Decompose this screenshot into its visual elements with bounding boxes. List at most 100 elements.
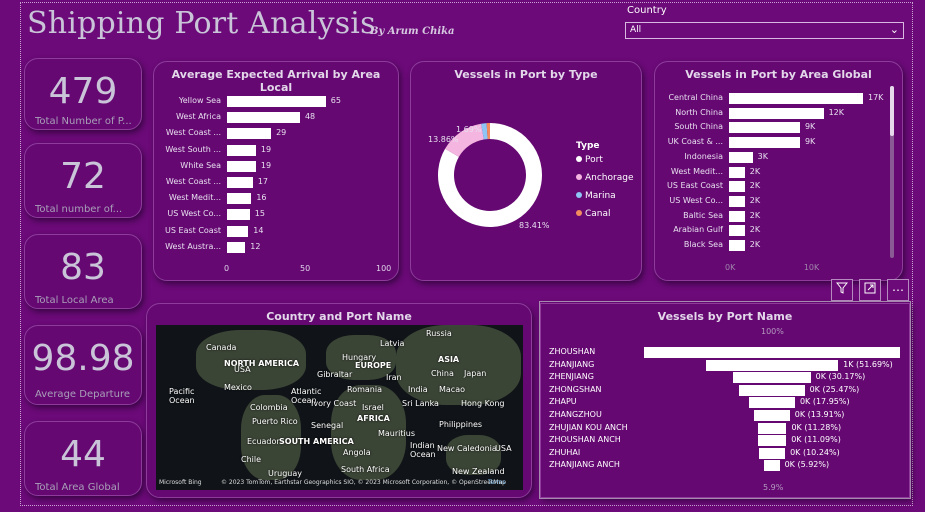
- bar[interactable]: [729, 181, 745, 193]
- bar[interactable]: [729, 240, 745, 251]
- map-label: Colombia: [250, 403, 288, 412]
- funnel-category-label: ZHUJIAN KOU ANCH: [549, 422, 628, 432]
- bar[interactable]: [729, 93, 863, 104]
- bar-value-label: 9K: [804, 122, 816, 132]
- scrollbar-track[interactable]: [890, 86, 894, 258]
- map-label: Puerto Rico: [252, 417, 298, 426]
- bar-value-label: 3K: [757, 151, 768, 161]
- map-label: Ecuador: [247, 437, 280, 446]
- funnel-value-label: 0K (25.47%): [809, 384, 860, 394]
- kpi-card-total-area-global: 44 Total Area Global: [24, 421, 142, 496]
- map-label: Canada: [206, 343, 237, 352]
- bar[interactable]: [729, 210, 745, 222]
- legend-label: Anchorage: [585, 173, 634, 183]
- bar[interactable]: [227, 193, 252, 205]
- map-label: Angola: [343, 448, 371, 457]
- bar[interactable]: [227, 128, 272, 140]
- filter-icon[interactable]: [831, 279, 853, 301]
- bar-value-label: 17K: [868, 93, 884, 102]
- country-slicer-label: Country: [627, 5, 667, 16]
- bar[interactable]: [729, 137, 800, 149]
- map-label: USA: [495, 444, 512, 453]
- map-label: Senegal: [311, 421, 344, 430]
- bar[interactable]: [227, 112, 300, 124]
- funnel-bar[interactable]: [757, 435, 787, 447]
- kpi-value: 479: [48, 71, 118, 112]
- bar-category-label: West Medit...: [168, 193, 221, 203]
- funnel-bar[interactable]: [705, 359, 839, 371]
- x-tick-label: 0K: [725, 263, 736, 272]
- bar-category-label: Yellow Sea: [178, 96, 221, 105]
- kpi-value: 83: [60, 247, 106, 288]
- map-label: Pacific Ocean: [169, 387, 195, 405]
- funnel-category-label: ZHOUSHAN ANCH: [549, 435, 621, 445]
- bar-value-label: 14: [253, 225, 264, 235]
- bar[interactable]: [729, 225, 745, 237]
- bar[interactable]: [729, 195, 745, 207]
- legend-dot: [576, 210, 582, 216]
- bar-category-label: Indonesia: [684, 151, 723, 161]
- funnel-bar[interactable]: [754, 410, 790, 421]
- map-label: Russia: [426, 329, 452, 338]
- map-terms-link[interactable]: Terms: [488, 479, 506, 486]
- funnel-category-label: ZHUHAI: [549, 447, 581, 457]
- funnel-value-label: 0K (10.24%): [790, 447, 840, 457]
- funnel-bar[interactable]: [758, 447, 786, 459]
- map-label: Uruguay: [268, 469, 302, 478]
- map-label: New Zealand: [452, 467, 505, 476]
- funnel-bar[interactable]: [757, 422, 787, 434]
- x-tick-label: 50: [300, 264, 311, 273]
- map-label: Romania: [347, 385, 382, 394]
- map-label: Israel: [362, 403, 384, 412]
- bar[interactable]: [729, 122, 800, 134]
- legend-item-anchorage[interactable]: Anchorage: [576, 173, 634, 183]
- map-label: China: [431, 369, 454, 378]
- legend-item-port[interactable]: Port: [576, 155, 603, 165]
- donut-slice-marina[interactable]: [481, 123, 488, 140]
- bar[interactable]: [729, 166, 745, 178]
- bar[interactable]: [227, 160, 256, 172]
- donut-data-label: 1.69%: [456, 125, 482, 134]
- legend-dot: [576, 192, 582, 198]
- funnel-value-label: 0K (13.91%): [794, 410, 845, 419]
- funnel-bar[interactable]: [749, 397, 795, 409]
- bar-category-label: West Medit...: [670, 166, 723, 176]
- bing-logo: Microsoft Bing: [159, 479, 202, 486]
- world-map[interactable]: Russia Canada Latvia Hungary EUROPE NORTH AME…: [156, 325, 523, 490]
- chart-title: Average Expected Arrival by Area Local: [171, 68, 381, 94]
- funnel-value-label: 0K (11.09%): [791, 435, 841, 445]
- funnel-bottom-label: 5.9%: [763, 483, 784, 492]
- bar[interactable]: [227, 96, 326, 107]
- bar[interactable]: [227, 225, 249, 237]
- legend-label: Canal: [585, 209, 611, 219]
- legend-dot: [576, 156, 582, 162]
- kpi-value: 44: [60, 434, 106, 475]
- map-label: EUROPE: [355, 361, 392, 370]
- focus-mode-icon[interactable]: [859, 279, 881, 301]
- scrollbar-thumb[interactable]: [890, 86, 894, 136]
- bar[interactable]: [227, 177, 253, 188]
- bar-value-label: 19: [260, 144, 272, 154]
- bar-value-label: 2K: [749, 195, 761, 205]
- bar[interactable]: [227, 144, 256, 156]
- funnel-bar[interactable]: [733, 372, 811, 384]
- more-options-icon[interactable]: ⋯: [887, 279, 909, 301]
- kpi-label: Average Departure: [35, 389, 130, 400]
- map-label: AFRICA: [357, 414, 390, 423]
- funnel-bar[interactable]: [644, 347, 900, 358]
- country-slicer-dropdown[interactable]: All ⌄: [625, 22, 904, 39]
- bar[interactable]: [729, 151, 753, 163]
- legend-item-marina[interactable]: Marina: [576, 191, 616, 201]
- bar[interactable]: [227, 241, 246, 253]
- bar[interactable]: [227, 209, 250, 221]
- funnel-bar[interactable]: [739, 384, 805, 396]
- bar-value-label: 48: [304, 112, 316, 122]
- kpi-value: 72: [60, 156, 106, 197]
- funnel-bar[interactable]: [764, 460, 780, 472]
- map-label: Hong Kong: [461, 399, 505, 408]
- donut-data-label: 13.86%: [428, 135, 459, 144]
- kpi-label: Total number of...: [35, 204, 123, 215]
- bar[interactable]: [729, 107, 824, 119]
- bar-category-label: Baltic Sea: [683, 210, 723, 220]
- legend-item-canal[interactable]: Canal: [576, 209, 611, 219]
